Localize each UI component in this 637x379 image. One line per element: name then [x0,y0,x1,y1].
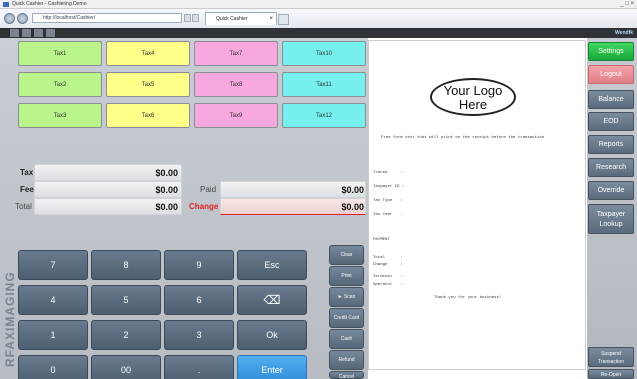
taxpayer-lookup-button[interactable]: Taxpayer Lookup [588,204,634,234]
backspace-button[interactable]: ⌫ [237,285,307,315]
fee-label: Fee [20,185,34,194]
cash-button[interactable]: Cash [329,329,364,349]
tax-type-sep: : [400,199,403,203]
terminal-sep: : [400,275,403,279]
logout-button[interactable]: Logout [588,65,634,84]
tax-year-sep: : [400,213,403,217]
tax-amount: $0.00 [155,168,178,178]
cancel-button[interactable]: Cancel [329,371,364,379]
tax-button-9[interactable]: Tax9 [194,103,278,128]
reports-button[interactable]: Reports [588,135,634,154]
header-tile-icon [46,29,55,37]
tax-button-3[interactable]: Tax3 [18,103,102,128]
payment-heading: PAYMENT [373,238,390,242]
tab-close-icon[interactable]: × [269,13,273,25]
receipt-total-sep: : [400,256,403,260]
change-amount: $0.00 [341,202,364,212]
receipt-total-label: Total [373,256,386,260]
window-title: Quick Cashier - Cashiering Demo [12,1,87,7]
refresh-icon[interactable] [192,14,199,22]
receipt-change-sep: : [400,263,403,267]
key-7[interactable]: 7 [18,250,88,280]
ok-button[interactable]: Ok [237,320,307,350]
tax-button-10[interactable]: Tax10 [282,41,366,66]
operator-label: Operator [373,283,393,287]
print-button[interactable]: Print [329,266,364,286]
receipt-footer-text: Thank you for your business! [434,296,502,300]
tax-button-4[interactable]: Tax4 [106,41,190,66]
key-2[interactable]: 2 [91,320,161,350]
key-1[interactable]: 1 [18,320,88,350]
key-00[interactable]: 00 [91,355,161,379]
app-header-strip [0,28,637,38]
header-tile-icon [34,29,43,37]
tax-button-11[interactable]: Tax11 [282,72,366,97]
window-title-bar: Quick Cashier - Cashiering Demo _ □ × [0,0,637,9]
clear-button[interactable]: Clear [329,245,364,265]
key-4[interactable]: 4 [18,285,88,315]
browser-tab[interactable]: Quick Cashier × [205,12,277,25]
header-tile-icon [10,29,19,37]
logo-placeholder: Your Logo Here [430,78,516,116]
enter-button[interactable]: Enter [237,355,307,379]
taxpayer-id-label: Taxpayer ID : [373,185,405,189]
tax-label: Tax [20,168,34,177]
receipt-header-text: Free form text that will print on the re… [381,136,545,140]
address-bar[interactable]: http://localhost/Cashier/ [32,13,182,23]
window-controls[interactable]: _ □ × [620,0,634,9]
decimal-key[interactable]: . [164,355,234,379]
fee-amount: $0.00 [155,185,178,195]
forward-icon[interactable] [17,13,28,24]
tax-year-label: Tax Year [373,213,393,217]
tab-title: Quick Cashier [216,16,248,22]
vendor-watermark: RFAXIMAGING [3,271,17,368]
key-9[interactable]: 9 [164,250,234,280]
change-label: Change [189,202,219,211]
key-6[interactable]: 6 [164,285,234,315]
balance-button[interactable]: Balance [588,90,634,109]
refund-button[interactable]: Refund [329,350,364,370]
key-0[interactable]: 0 [18,355,88,379]
key-3[interactable]: 3 [164,320,234,350]
tax-button-1[interactable]: Tax1 [18,41,102,66]
header-tile-icon [22,29,31,37]
scan-button[interactable]: ► Scan [329,287,364,307]
credit-card-button[interactable]: Credit Card [329,308,364,328]
re-open-button[interactable]: Re-Open [588,369,634,379]
eod-button[interactable]: EOD [588,112,634,131]
tax-button-8[interactable]: Tax8 [194,72,278,97]
receipt-change-label: Change [373,263,388,267]
total-amount: $0.00 [155,202,178,212]
operator-sep: : [400,283,403,287]
paid-label: Paid [200,185,217,194]
trans-sep: : [400,171,403,175]
settings-button[interactable]: Settings [588,42,634,61]
tax-button-12[interactable]: Tax12 [282,103,366,128]
tax-button-5[interactable]: Tax5 [106,72,190,97]
escape-button[interactable]: Esc [237,250,307,280]
back-icon[interactable] [4,13,15,24]
tax-button-6[interactable]: Tax6 [106,103,190,128]
key-8[interactable]: 8 [91,250,161,280]
new-tab-icon[interactable] [278,14,289,25]
tax-type-label: Tax Type [373,199,393,203]
research-button[interactable]: Research [588,158,634,177]
override-button[interactable]: Override [588,181,634,200]
total-label: Total [15,202,32,211]
tax-button-2[interactable]: Tax2 [18,72,102,97]
paid-amount: $0.00 [341,185,364,195]
search-icon[interactable] [184,14,191,22]
key-5[interactable]: 5 [91,285,161,315]
app-icon [3,2,9,7]
user-link[interactable]: Wendfk [615,28,633,38]
terminal-label: Terminal [373,275,393,279]
trans-label: Trans# [373,171,388,175]
backspace-icon: ⌫ [263,293,281,307]
tax-button-7[interactable]: Tax7 [194,41,278,66]
suspend-transaction-button[interactable]: Suspend Transaction [588,347,634,367]
